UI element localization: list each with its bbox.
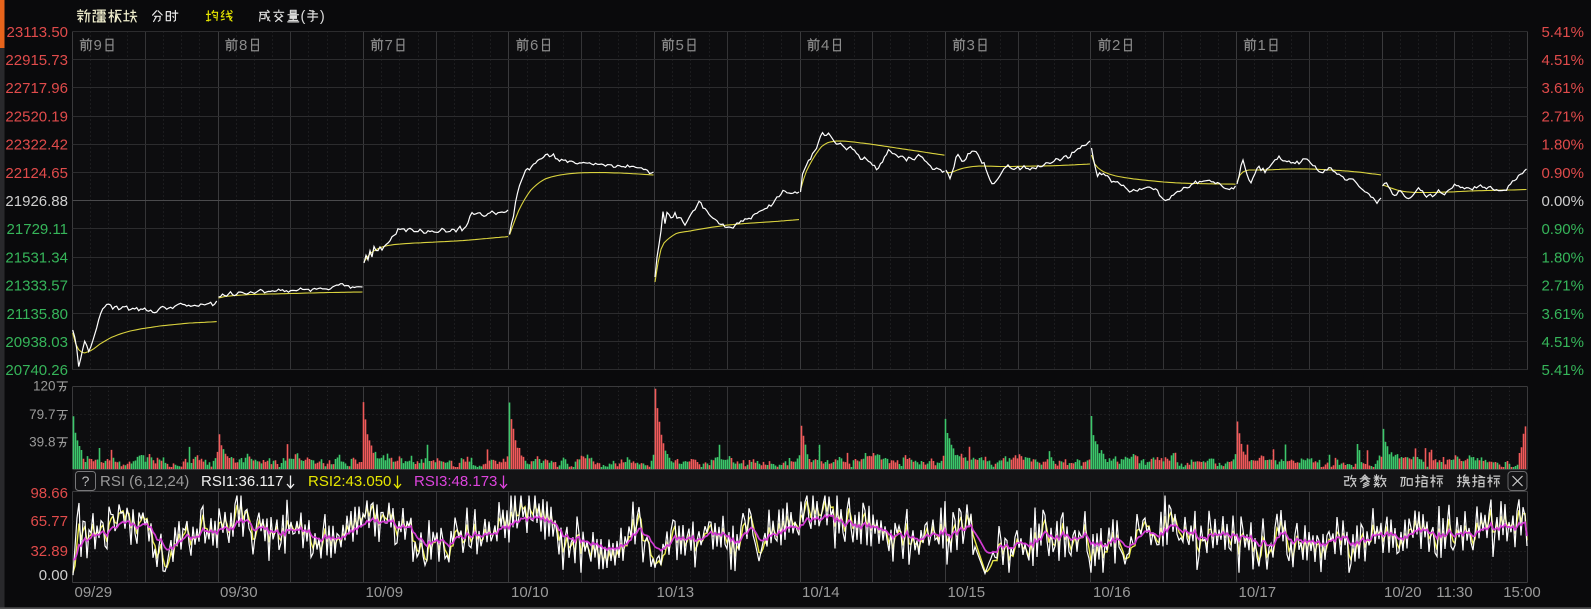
svg-text:2.71%: 2.71% [1541,108,1584,125]
svg-text:21135.80: 21135.80 [7,306,68,323]
svg-text:1: 1 [33,379,41,394]
svg-text:98.66: 98.66 [30,485,68,502]
svg-text:21333.57: 21333.57 [5,278,68,295]
svg-text:15:00: 15:00 [1503,584,1541,601]
svg-text:2: 2 [1112,37,1120,54]
svg-text:9: 9 [37,407,45,422]
svg-text:2: 2 [41,379,49,394]
svg-text:21926.88: 21926.88 [5,193,68,210]
svg-text:5.41%: 5.41% [1541,362,1584,379]
svg-text:1: 1 [1258,37,1266,54]
svg-text:?: ? [82,473,90,489]
svg-text:5.41%: 5.41% [1541,24,1584,41]
svg-text:3.61%: 3.61% [1541,306,1584,323]
svg-text:1.80%: 1.80% [1541,137,1584,154]
svg-text:0.90%: 0.90% [1541,165,1584,182]
svg-text:65.77: 65.77 [30,513,68,530]
svg-text:9: 9 [94,37,102,54]
svg-text:0.00%: 0.00% [1541,193,1584,210]
svg-text:23113.50: 23113.50 [7,24,68,41]
svg-text:1.80%: 1.80% [1541,249,1584,266]
svg-text:10/14: 10/14 [802,584,840,601]
svg-text:RSI2:43.050: RSI2:43.050 [308,473,391,490]
svg-text:10/13: 10/13 [657,584,695,601]
svg-text:0.90%: 0.90% [1541,221,1584,238]
svg-text:20740.26: 20740.26 [5,362,68,379]
svg-text:10/15: 10/15 [948,584,986,601]
svg-text:9: 9 [37,434,45,449]
svg-text:22915.73: 22915.73 [5,52,68,69]
svg-text:10/09: 10/09 [366,584,404,601]
svg-text:RSI1:36.117: RSI1:36.117 [201,473,283,490]
svg-text:11:30: 11:30 [1436,584,1472,601]
svg-text:32.89: 32.89 [30,543,68,560]
svg-text:21531.34: 21531.34 [5,249,68,266]
svg-text:21729.11: 21729.11 [7,221,68,238]
svg-text:10/16: 10/16 [1093,584,1131,601]
svg-text:22717.96: 22717.96 [5,80,68,97]
svg-text:7: 7 [385,37,393,54]
svg-text:22322.42: 22322.42 [5,137,68,154]
svg-text:8: 8 [239,37,247,54]
svg-text:2.71%: 2.71% [1541,278,1584,295]
svg-text:3.61%: 3.61% [1541,80,1584,97]
svg-text:(: ( [301,9,306,25]
svg-text:22124.65: 22124.65 [5,165,68,182]
svg-text:3: 3 [29,434,37,449]
svg-text:7: 7 [29,407,37,422]
svg-text:10/20: 10/20 [1384,584,1422,601]
svg-text:4.51%: 4.51% [1541,52,1584,69]
svg-text:4.51%: 4.51% [1541,334,1584,351]
svg-text:0: 0 [48,379,56,394]
svg-text:5: 5 [676,37,684,54]
svg-text:0.00: 0.00 [39,567,68,584]
svg-text:): ) [320,9,325,25]
svg-text:20938.03: 20938.03 [5,334,68,351]
svg-text:22520.19: 22520.19 [5,108,68,125]
svg-text:10/17: 10/17 [1239,584,1277,601]
svg-text:09/29: 09/29 [75,584,113,601]
svg-text:10/10: 10/10 [511,584,549,601]
svg-text:RSI3:48.173: RSI3:48.173 [414,473,497,490]
svg-text:8: 8 [48,434,56,449]
svg-text:RSI (6,12,24): RSI (6,12,24) [100,473,189,490]
svg-text:7: 7 [48,407,56,422]
svg-text:4: 4 [821,37,829,54]
svg-text:3: 3 [967,37,975,54]
svg-text:6: 6 [530,37,538,54]
svg-text:09/30: 09/30 [220,584,258,601]
